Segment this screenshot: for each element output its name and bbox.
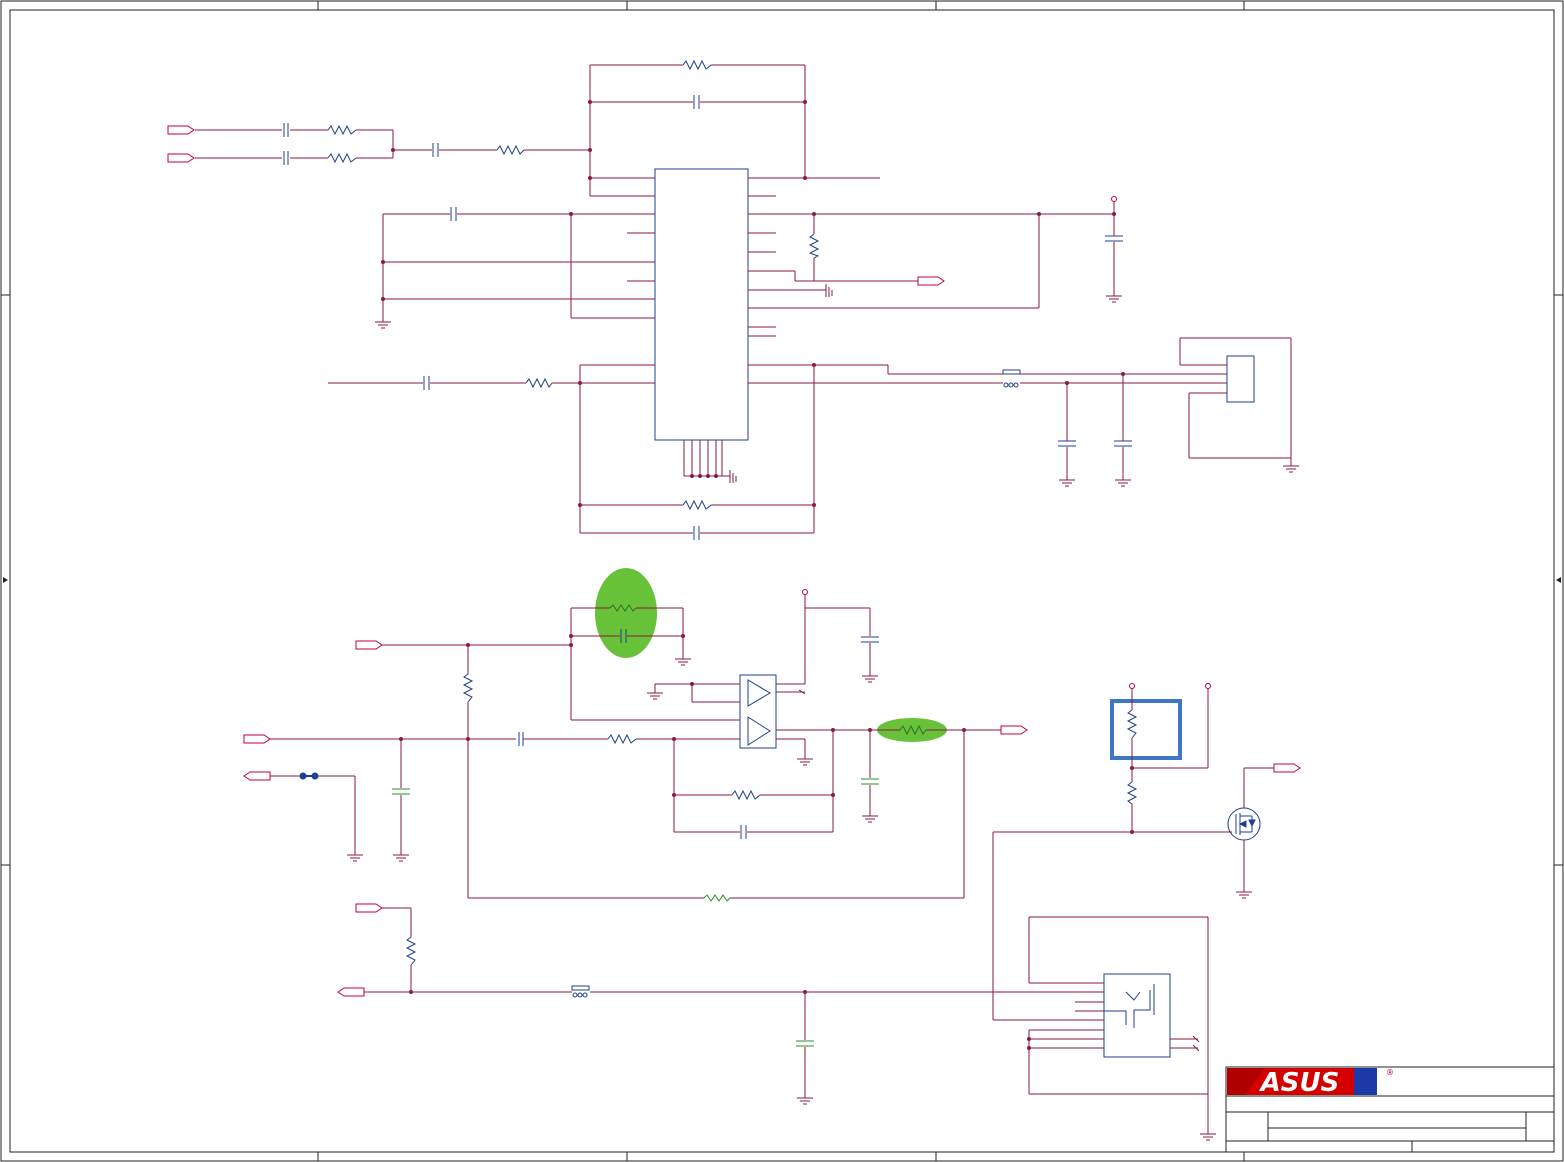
offpage-connector-icon (243, 771, 271, 781)
ground-icon (796, 1091, 814, 1105)
ground-icon (861, 809, 879, 823)
top-symbols (167, 125, 1300, 487)
ground-icon (1058, 473, 1076, 487)
ground-icon (646, 686, 664, 700)
ground-icon (674, 652, 692, 666)
capacitor-icon (1114, 440, 1132, 447)
ferrite-bead-icon (571, 985, 590, 998)
offpage-connector-icon (243, 734, 271, 744)
top-wires (195, 64, 1292, 534)
resistor-icon (808, 233, 820, 259)
capacitor-icon (432, 143, 439, 157)
mid-components (392, 604, 927, 902)
registered-mark: ® (1386, 1068, 1394, 1077)
ground-icon (1282, 459, 1300, 473)
resistor-icon (496, 144, 525, 156)
schematic-canvas: ASUS ® (0, 0, 1564, 1162)
capacitor-icon (423, 376, 430, 390)
frame-arrow-right (1556, 577, 1561, 583)
capacitor-icon (796, 1040, 814, 1047)
resistor-icon (462, 673, 474, 703)
capacitor-icon (518, 732, 524, 746)
switch-wires (992, 688, 1274, 1021)
resistor-icon (1126, 781, 1138, 805)
top-junctions (381, 100, 1125, 507)
resistor-icon (731, 789, 761, 801)
offpage-connector-icon (1273, 763, 1301, 773)
offpage-connector-icon (337, 987, 365, 997)
bottom-junctions (409, 990, 1031, 1050)
offpage-connector-icon (917, 276, 945, 286)
opamp-icon (747, 716, 771, 746)
ground-icon (1199, 1127, 1217, 1141)
ground-icon (1105, 289, 1123, 303)
capacitor-icon (693, 95, 700, 109)
ground-icon (374, 315, 392, 329)
capacitor-icon (1105, 235, 1123, 242)
capacitor-icon (693, 526, 700, 540)
ground-icon (346, 848, 364, 862)
resistor-icon (405, 936, 417, 966)
ground-icon (1235, 885, 1253, 899)
asus-logo: ASUS ® (1227, 1068, 1394, 1098)
capacitor-icon (283, 123, 289, 137)
ferrite-bead-icon (1002, 369, 1021, 388)
drawing-frame (0, 0, 1564, 1162)
capacitor-icon (283, 151, 289, 165)
capacitor-icon (1058, 440, 1076, 447)
offpage-connector-icon (355, 640, 383, 650)
resistor-icon (682, 499, 712, 511)
capacitor-icon (861, 636, 879, 643)
logo-text: ASUS (1259, 1068, 1340, 1098)
audio-connector (1226, 355, 1255, 403)
resistor-icon (525, 377, 553, 389)
ground-icon (392, 848, 410, 862)
capacitor-icon (861, 778, 879, 785)
offpage-connector-icon (167, 125, 195, 135)
resistor-icon (327, 124, 357, 136)
power-rail-icon (1205, 683, 1211, 689)
resistor-icon (327, 152, 357, 164)
jumper-icon (299, 772, 319, 780)
capacitor-icon (740, 825, 747, 839)
ground-icon (861, 669, 879, 683)
highlight-box (1110, 699, 1182, 760)
ground-icon (796, 752, 814, 766)
mosfet-icon (1227, 807, 1261, 841)
highlight-mark (595, 568, 657, 658)
offpage-connector-icon (355, 903, 383, 913)
ground-icon (1114, 473, 1132, 487)
switch-components (1126, 709, 1261, 841)
resistor-icon (703, 894, 731, 902)
power-rail-icon (1129, 683, 1135, 689)
frame-arrow-left (3, 577, 8, 583)
bottom-wires (364, 907, 1209, 1130)
capacitor-icon (392, 788, 410, 795)
bottom-symbols (337, 903, 1217, 1141)
power-rail-icon (1111, 196, 1117, 202)
resistor-icon (1126, 709, 1138, 739)
resistor-icon (682, 59, 712, 71)
capacitor-icon (450, 207, 457, 221)
switch-symbols (1129, 683, 1301, 899)
audio-jack-icon (1103, 973, 1171, 1058)
codec-ic (654, 168, 749, 441)
opamp-icon (747, 679, 771, 707)
power-rail-icon (802, 589, 808, 595)
offpage-connector-icon (167, 153, 195, 163)
top-components (283, 59, 1255, 540)
offpage-connector-icon (1000, 725, 1028, 735)
resistor-icon (607, 733, 637, 745)
